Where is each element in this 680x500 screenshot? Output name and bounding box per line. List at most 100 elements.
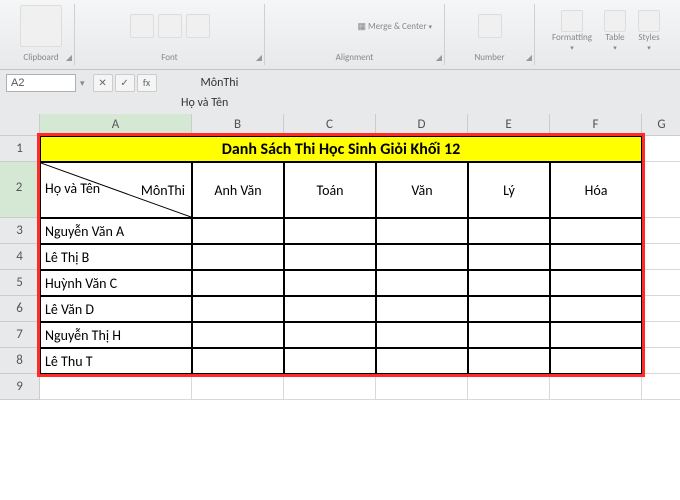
diagonal-header-cell[interactable]: MônThi Họ và Tên	[40, 162, 192, 218]
cell[interactable]	[192, 270, 284, 296]
cell[interactable]	[550, 218, 642, 244]
cell[interactable]	[284, 322, 376, 348]
cell[interactable]	[642, 270, 680, 296]
cell[interactable]	[192, 322, 284, 348]
cell[interactable]	[550, 348, 642, 374]
ribbon-group-clipboard: Clipboard ◢	[8, 4, 75, 65]
cell[interactable]	[284, 270, 376, 296]
select-all-corner[interactable]	[0, 114, 40, 136]
row-header[interactable]: 5	[0, 270, 40, 296]
cell[interactable]	[642, 218, 680, 244]
header-cell[interactable]: Văn	[376, 162, 468, 218]
table-title-cell[interactable]: Danh Sách Thi Học Sinh Giỏi Khối 12	[40, 136, 642, 162]
dropdown-icon[interactable]: ▾	[80, 78, 85, 89]
conditional-formatting-button[interactable]: Formatting▾	[552, 10, 592, 52]
cell[interactable]	[376, 296, 468, 322]
cell[interactable]	[550, 374, 642, 400]
cell[interactable]	[642, 374, 680, 400]
student-name-cell[interactable]: Nguyễn Thị H	[40, 322, 192, 348]
cell[interactable]	[40, 374, 192, 400]
cell[interactable]	[550, 322, 642, 348]
cell[interactable]	[468, 218, 550, 244]
column-header[interactable]: B	[192, 114, 284, 136]
cell[interactable]	[284, 244, 376, 270]
student-name-cell[interactable]: Lê Thu T	[40, 348, 192, 374]
cell[interactable]	[284, 296, 376, 322]
row-headers: 1 2 3 4 5 6 7 8 9	[0, 114, 40, 400]
merge-center-label[interactable]: Merge & Center	[368, 21, 427, 32]
row-header[interactable]: 2	[0, 162, 40, 218]
cell[interactable]	[284, 218, 376, 244]
cell[interactable]	[376, 218, 468, 244]
number-button[interactable]	[478, 14, 502, 38]
cell[interactable]	[284, 374, 376, 400]
cell[interactable]	[642, 136, 680, 162]
font-button[interactable]	[186, 14, 210, 38]
format-table-button[interactable]: Table▾	[604, 10, 626, 52]
cell[interactable]	[550, 296, 642, 322]
column-header[interactable]: A	[40, 114, 192, 136]
cell[interactable]	[642, 244, 680, 270]
cell[interactable]	[550, 270, 642, 296]
font-button[interactable]	[158, 14, 182, 38]
row-header[interactable]: 1	[0, 136, 40, 162]
formula-text-line1: MônThi	[201, 76, 239, 90]
dialog-launcher-icon[interactable]: ◢	[66, 53, 72, 63]
cell[interactable]	[642, 322, 680, 348]
header-cell[interactable]: Anh Văn	[192, 162, 284, 218]
cell[interactable]	[192, 244, 284, 270]
row-header[interactable]: 4	[0, 244, 40, 270]
row-header[interactable]: 8	[0, 348, 40, 374]
cell[interactable]	[192, 374, 284, 400]
dropdown-icon[interactable]: ▾	[428, 22, 432, 31]
font-button[interactable]	[130, 14, 154, 38]
student-name-cell[interactable]: Huỳnh Văn C	[40, 270, 192, 296]
column-header[interactable]: F	[550, 114, 642, 136]
cell[interactable]	[642, 348, 680, 374]
cell[interactable]	[192, 348, 284, 374]
column-header[interactable]: G	[642, 114, 680, 136]
cell[interactable]	[468, 270, 550, 296]
student-name-cell[interactable]: Nguyễn Văn A	[40, 218, 192, 244]
student-name-cell[interactable]: Lê Văn D	[40, 296, 192, 322]
cell[interactable]	[468, 322, 550, 348]
cancel-button[interactable]: ✕	[93, 74, 113, 92]
column-header[interactable]: E	[468, 114, 550, 136]
header-cell[interactable]: Lý	[468, 162, 550, 218]
row-header[interactable]: 3	[0, 218, 40, 244]
cell[interactable]	[376, 244, 468, 270]
cell-styles-button[interactable]: Styles▾	[638, 10, 660, 52]
cell[interactable]	[376, 270, 468, 296]
header-cell[interactable]: Hóa	[550, 162, 642, 218]
cell[interactable]	[192, 218, 284, 244]
dialog-launcher-icon[interactable]: ◢	[436, 53, 442, 63]
ribbon-label-clipboard: Clipboard	[20, 52, 62, 65]
cell[interactable]	[642, 296, 680, 322]
cell[interactable]	[376, 348, 468, 374]
cell[interactable]	[468, 296, 550, 322]
cell[interactable]	[376, 322, 468, 348]
name-box[interactable]	[6, 74, 76, 92]
spreadsheet-grid[interactable]: 1 2 3 4 5 6 7 8 9 A B C D E F G Danh Sác…	[0, 114, 680, 400]
cell[interactable]	[468, 374, 550, 400]
column-header[interactable]: D	[376, 114, 468, 136]
row-header[interactable]: 6	[0, 296, 40, 322]
cell[interactable]	[468, 244, 550, 270]
cell[interactable]	[642, 162, 680, 218]
fx-button[interactable]: fx	[137, 74, 157, 92]
column-header[interactable]: C	[284, 114, 376, 136]
header-cell[interactable]: Toán	[284, 162, 376, 218]
row-header[interactable]: 9	[0, 374, 40, 400]
cell[interactable]	[284, 348, 376, 374]
dialog-launcher-icon[interactable]: ◢	[256, 53, 262, 63]
cell[interactable]	[468, 348, 550, 374]
student-name-cell[interactable]: Lê Thị B	[40, 244, 192, 270]
dialog-launcher-icon[interactable]: ◢	[526, 53, 532, 63]
enter-button[interactable]: ✓	[115, 74, 135, 92]
column-headers: A B C D E F G	[40, 114, 680, 136]
cell[interactable]	[376, 374, 468, 400]
cell[interactable]	[550, 244, 642, 270]
row-header[interactable]: 7	[0, 322, 40, 348]
paste-button[interactable]	[20, 5, 62, 47]
cell[interactable]	[192, 296, 284, 322]
